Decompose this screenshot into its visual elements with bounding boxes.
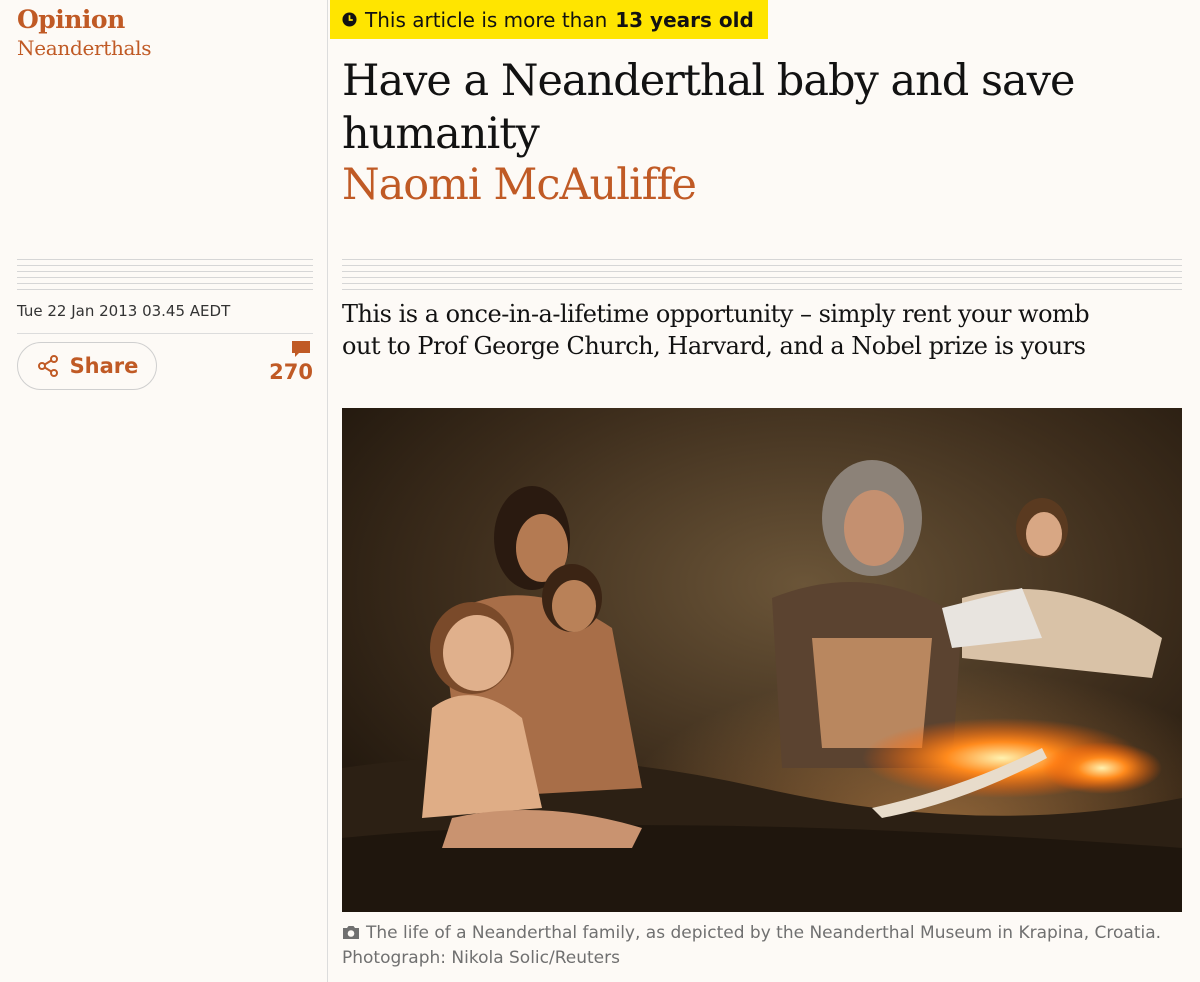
standfirst: This is a once-in-a-lifetime opportunity… <box>342 300 1090 360</box>
caption-text: The life of a Neanderthal family, as dep… <box>366 923 1162 943</box>
share-label: Share <box>69 354 139 378</box>
share-button[interactable]: Share <box>17 342 157 390</box>
decorative-rules <box>17 259 313 295</box>
comment-count-link[interactable]: 270 <box>253 340 313 384</box>
decorative-rules <box>342 259 1182 295</box>
photo-credit: Photograph: Nikola Solic/Reuters <box>342 948 620 968</box>
share-icon <box>37 355 58 377</box>
clock-icon <box>342 12 357 27</box>
image-caption: The life of a Neanderthal family, as dep… <box>342 921 1182 971</box>
article-main-image[interactable] <box>342 408 1182 912</box>
article-meta-column: Opinion Neanderthals Tue 22 Jan 2013 03.… <box>0 0 328 982</box>
comment-icon <box>292 341 310 357</box>
byline-author[interactable]: Naomi McAuliffe <box>342 159 697 212</box>
dateline: Tue 22 Jan 2013 03.45 AEDT <box>17 302 313 334</box>
section-label[interactable]: Opinion <box>17 4 125 36</box>
article-age-banner: This article is more than 13 years old <box>330 0 768 39</box>
age-value: 13 years old <box>615 7 754 32</box>
age-prefix: This article is more than <box>365 7 608 32</box>
comment-count: 270 <box>269 360 313 384</box>
neanderthal-family-illustration <box>342 408 1182 912</box>
camera-icon <box>343 926 359 939</box>
series-label[interactable]: Neanderthals <box>17 35 152 61</box>
headline: Have a Neanderthal baby and save humanit… <box>342 56 1075 159</box>
